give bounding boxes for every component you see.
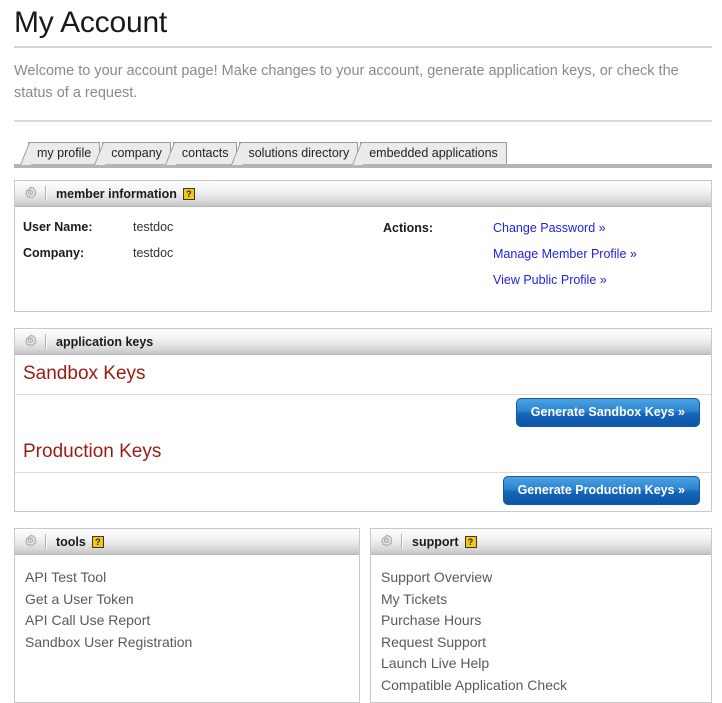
tab-solutions-directory[interactable]: solutions directory [239,142,358,164]
change-password-link[interactable]: Change Password » [493,221,637,235]
member-information-body: User Name: testdoc Company: testdoc Acti… [15,207,711,311]
intro-text: Welcome to your account page! Make chang… [0,48,722,114]
user-name-value: testdoc [133,220,173,234]
request-support-link[interactable]: Request Support [381,632,711,654]
header-separator [45,186,47,201]
tab-contacts[interactable]: contacts [173,142,238,164]
my-tickets-link[interactable]: My Tickets [381,589,711,611]
intro-divider [14,120,712,122]
generate-production-keys-button[interactable]: Generate Production Keys » [503,476,700,505]
application-keys-header: application keys [15,329,711,355]
application-keys-panel: application keys Sandbox Keys Generate S… [14,328,712,512]
tools-header: tools ? [15,529,359,555]
api-call-use-report-link[interactable]: API Call Use Report [25,610,359,632]
purchase-hours-link[interactable]: Purchase Hours [381,610,711,632]
production-action-bar: Generate Production Keys » [15,473,711,511]
support-title: support [412,535,459,549]
support-link-list: Support Overview My Tickets Purchase Hou… [371,555,711,696]
help-icon[interactable]: ? [465,536,477,548]
header-separator [401,534,403,549]
api-test-tool-link[interactable]: API Test Tool [25,567,359,589]
tab-bar: my profile company contacts solutions di… [0,134,722,164]
support-header: support ? [371,529,711,555]
actions-link-list: Change Password » Manage Member Profile … [493,220,637,299]
tab-label: embedded applications [369,146,498,160]
help-icon[interactable]: ? [183,188,195,200]
support-overview-link[interactable]: Support Overview [381,567,711,589]
member-information-title: member information [56,187,177,201]
header-separator [45,534,47,549]
view-public-profile-link[interactable]: View Public Profile » [493,273,637,287]
get-a-user-token-link[interactable]: Get a User Token [25,589,359,611]
user-name-label: User Name: [23,220,133,234]
tab-label: contacts [182,146,229,160]
member-fields: User Name: testdoc Company: testdoc [15,220,383,299]
header-separator [45,334,47,349]
member-information-header: member information ? [15,181,711,207]
tab-my-profile[interactable]: my profile [28,142,100,164]
actions-label: Actions: [383,220,493,299]
company-value: testdoc [133,246,173,260]
tab-label: solutions directory [248,146,349,160]
tab-label: my profile [37,146,91,160]
tab-company[interactable]: company [102,142,171,164]
sandbox-action-bar: Generate Sandbox Keys » [15,395,711,433]
member-information-panel: member information ? User Name: testdoc … [14,180,712,312]
tools-title: tools [56,535,86,549]
production-keys-heading: Production Keys [15,433,711,472]
gear-icon [23,534,38,549]
launch-live-help-link[interactable]: Launch Live Help [381,653,711,675]
page-title: My Account [0,0,722,46]
field-row-user-name: User Name: testdoc [23,220,383,234]
compatible-application-check-link[interactable]: Compatible Application Check [381,675,711,697]
support-panel: support ? Support Overview My Tickets Pu… [370,528,712,703]
company-label: Company: [23,246,133,260]
bottom-panel-row: tools ? API Test Tool Get a User Token A… [14,528,712,703]
tab-embedded-applications[interactable]: embedded applications [360,142,507,164]
tools-panel: tools ? API Test Tool Get a User Token A… [14,528,360,703]
tools-link-list: API Test Tool Get a User Token API Call … [15,555,359,653]
gear-icon [23,186,38,201]
field-row-company: Company: testdoc [23,246,383,260]
manage-member-profile-link[interactable]: Manage Member Profile » [493,247,637,261]
application-keys-title: application keys [56,335,153,349]
gear-icon [23,334,38,349]
sandbox-user-registration-link[interactable]: Sandbox User Registration [25,632,359,654]
help-icon[interactable]: ? [92,536,104,548]
sandbox-keys-heading: Sandbox Keys [15,355,711,394]
tab-label: company [111,146,162,160]
my-account-page: My Account Welcome to your account page!… [0,0,722,636]
generate-sandbox-keys-button[interactable]: Generate Sandbox Keys » [516,398,700,427]
gear-icon [379,534,394,549]
